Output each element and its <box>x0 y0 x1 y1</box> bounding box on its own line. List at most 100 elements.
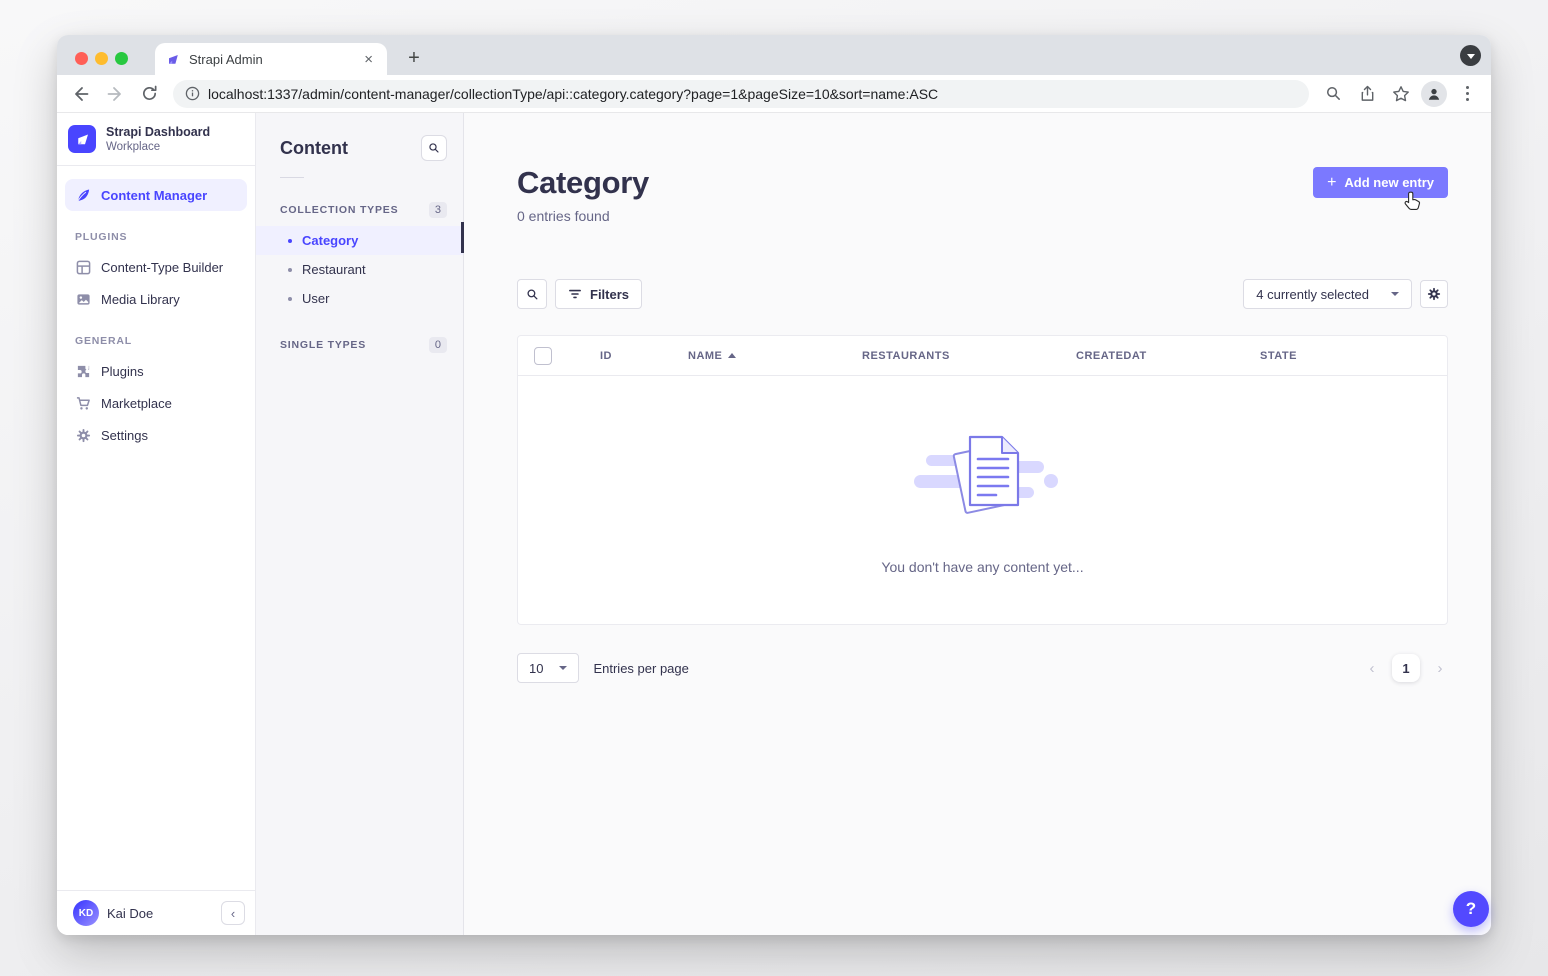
general-section-label: GENERAL <box>75 335 255 347</box>
entries-per-page-label: Entries per page <box>593 661 688 676</box>
single-types-label: SINGLE TYPES <box>280 339 366 351</box>
collection-type-user[interactable]: User <box>256 284 463 313</box>
brand-title: Strapi Dashboard <box>106 125 210 139</box>
back-icon[interactable] <box>67 80 95 108</box>
sidebar-user-row[interactable]: KD Kai Doe ‹ <box>57 890 255 935</box>
column-header-createdat[interactable]: CREATEDAT <box>1076 350 1260 362</box>
sidebar-item-marketplace[interactable]: Marketplace <box>65 387 247 419</box>
zoom-icon[interactable] <box>1319 80 1347 108</box>
content-panel-heading: Content <box>280 138 348 159</box>
content-search-button[interactable] <box>421 135 447 161</box>
table-settings-button[interactable] <box>1420 280 1448 308</box>
new-tab-button[interactable]: + <box>401 45 427 71</box>
tab-close-icon[interactable]: × <box>360 50 377 69</box>
puzzle-icon <box>75 363 91 379</box>
sidebar-item-settings[interactable]: Settings <box>65 419 247 451</box>
collection-types-count-badge: 3 <box>429 202 447 218</box>
sidebar-item-content-manager[interactable]: Content Manager <box>65 179 247 211</box>
page-title: Category <box>517 165 649 201</box>
select-all-checkbox[interactable] <box>534 347 552 365</box>
column-header-state[interactable]: STATE <box>1260 350 1297 362</box>
window-zoom-button[interactable] <box>115 52 128 65</box>
page-number-button[interactable]: 1 <box>1392 654 1420 682</box>
collection-type-category[interactable]: Category <box>256 226 463 255</box>
caret-down-icon <box>559 666 567 670</box>
search-icon <box>428 142 440 154</box>
filter-lines-icon <box>568 288 582 300</box>
table-header-row: ID NAME RESTAURANTS CREATEDAT STATE <box>518 336 1447 376</box>
bullet-icon <box>288 297 292 301</box>
column-header-name[interactable]: NAME <box>688 350 862 362</box>
tab-title: Strapi Admin <box>189 52 352 67</box>
collection-types-label: COLLECTION TYPES <box>280 204 398 216</box>
strapi-favicon-icon <box>165 51 181 67</box>
single-types-count-badge: 0 <box>429 337 447 353</box>
page-size-select[interactable]: 10 <box>517 653 579 683</box>
sidebar-item-content-type-builder[interactable]: Content-Type Builder <box>65 251 247 283</box>
browser-dropdown-circle-icon[interactable] <box>1460 45 1481 66</box>
picture-icon <box>75 291 91 307</box>
main-content: Category 0 entries found + Add new entry <box>464 113 1491 935</box>
reload-icon[interactable] <box>135 80 163 108</box>
columns-selected-value: 4 currently selected <box>1256 287 1369 302</box>
collapse-sidebar-button[interactable]: ‹ <box>221 901 245 925</box>
url-text: localhost:1337/admin/content-manager/col… <box>208 86 938 102</box>
layout-grid-icon <box>75 259 91 275</box>
add-new-entry-button[interactable]: + Add new entry <box>1313 167 1448 198</box>
column-header-id[interactable]: ID <box>600 350 688 362</box>
user-name: Kai Doe <box>107 906 213 921</box>
user-avatar: KD <box>73 900 99 926</box>
window-close-button[interactable] <box>75 52 88 65</box>
app-sidebar: Strapi Dashboard Workplace Content Manag… <box>57 113 256 935</box>
browser-profile-avatar[interactable] <box>1421 81 1447 107</box>
filters-button[interactable]: Filters <box>555 279 642 309</box>
sidebar-item-label: Marketplace <box>101 396 172 411</box>
sidebar-item-label: Media Library <box>101 292 180 307</box>
sort-ascending-icon <box>728 353 736 358</box>
entries-count: 0 entries found <box>517 208 649 224</box>
divider <box>280 177 304 178</box>
browser-window: Strapi Admin × + localhost:1337/admin/co… <box>57 35 1491 935</box>
caret-down-icon <box>1391 292 1399 296</box>
empty-content-illustration <box>908 425 1058 533</box>
help-button[interactable]: ? <box>1453 891 1489 927</box>
filters-label: Filters <box>590 287 629 302</box>
table-search-button[interactable] <box>517 279 547 309</box>
pen-feather-icon <box>75 187 91 203</box>
sidebar-item-label: Settings <box>101 428 148 443</box>
bullet-icon <box>288 268 292 272</box>
browser-tab[interactable]: Strapi Admin × <box>155 43 387 75</box>
plugins-section-label: PLUGINS <box>75 231 255 243</box>
brand-subtitle: Workplace <box>106 141 210 153</box>
columns-selected-dropdown[interactable]: 4 currently selected <box>1243 279 1412 309</box>
next-page-button[interactable]: › <box>1432 660 1448 677</box>
browser-menu-icon[interactable] <box>1453 80 1481 108</box>
sidebar-item-label: Content Manager <box>101 188 207 203</box>
collection-type-label: User <box>302 291 329 306</box>
forward-icon[interactable] <box>101 80 129 108</box>
strapi-logo-icon <box>68 125 96 153</box>
brand[interactable]: Strapi Dashboard Workplace <box>57 113 255 166</box>
collection-type-label: Restaurant <box>302 262 366 277</box>
gear-icon <box>1427 287 1441 301</box>
plus-icon: + <box>1327 175 1336 191</box>
share-icon[interactable] <box>1353 80 1381 108</box>
collection-type-label: Category <box>302 233 358 248</box>
page-size-value: 10 <box>529 661 543 676</box>
previous-page-button[interactable]: ‹ <box>1364 660 1380 677</box>
column-header-restaurants[interactable]: RESTAURANTS <box>862 350 1076 362</box>
table-empty-state: You don't have any content yet... <box>518 376 1447 624</box>
bookmark-star-icon[interactable] <box>1387 80 1415 108</box>
url-bar[interactable]: localhost:1337/admin/content-manager/col… <box>173 80 1309 108</box>
content-panel: Content COLLECTION TYPES 3 Category Res <box>256 113 464 935</box>
add-new-entry-label: Add new entry <box>1344 175 1434 190</box>
sidebar-item-label: Plugins <box>101 364 144 379</box>
browser-toolbar: localhost:1337/admin/content-manager/col… <box>57 75 1491 113</box>
window-minimize-button[interactable] <box>95 52 108 65</box>
sidebar-item-plugins[interactable]: Plugins <box>65 355 247 387</box>
bullet-icon <box>288 239 292 243</box>
browser-tab-strip: Strapi Admin × + <box>57 35 1491 75</box>
search-icon <box>526 288 539 301</box>
sidebar-item-media-library[interactable]: Media Library <box>65 283 247 315</box>
collection-type-restaurant[interactable]: Restaurant <box>256 255 463 284</box>
